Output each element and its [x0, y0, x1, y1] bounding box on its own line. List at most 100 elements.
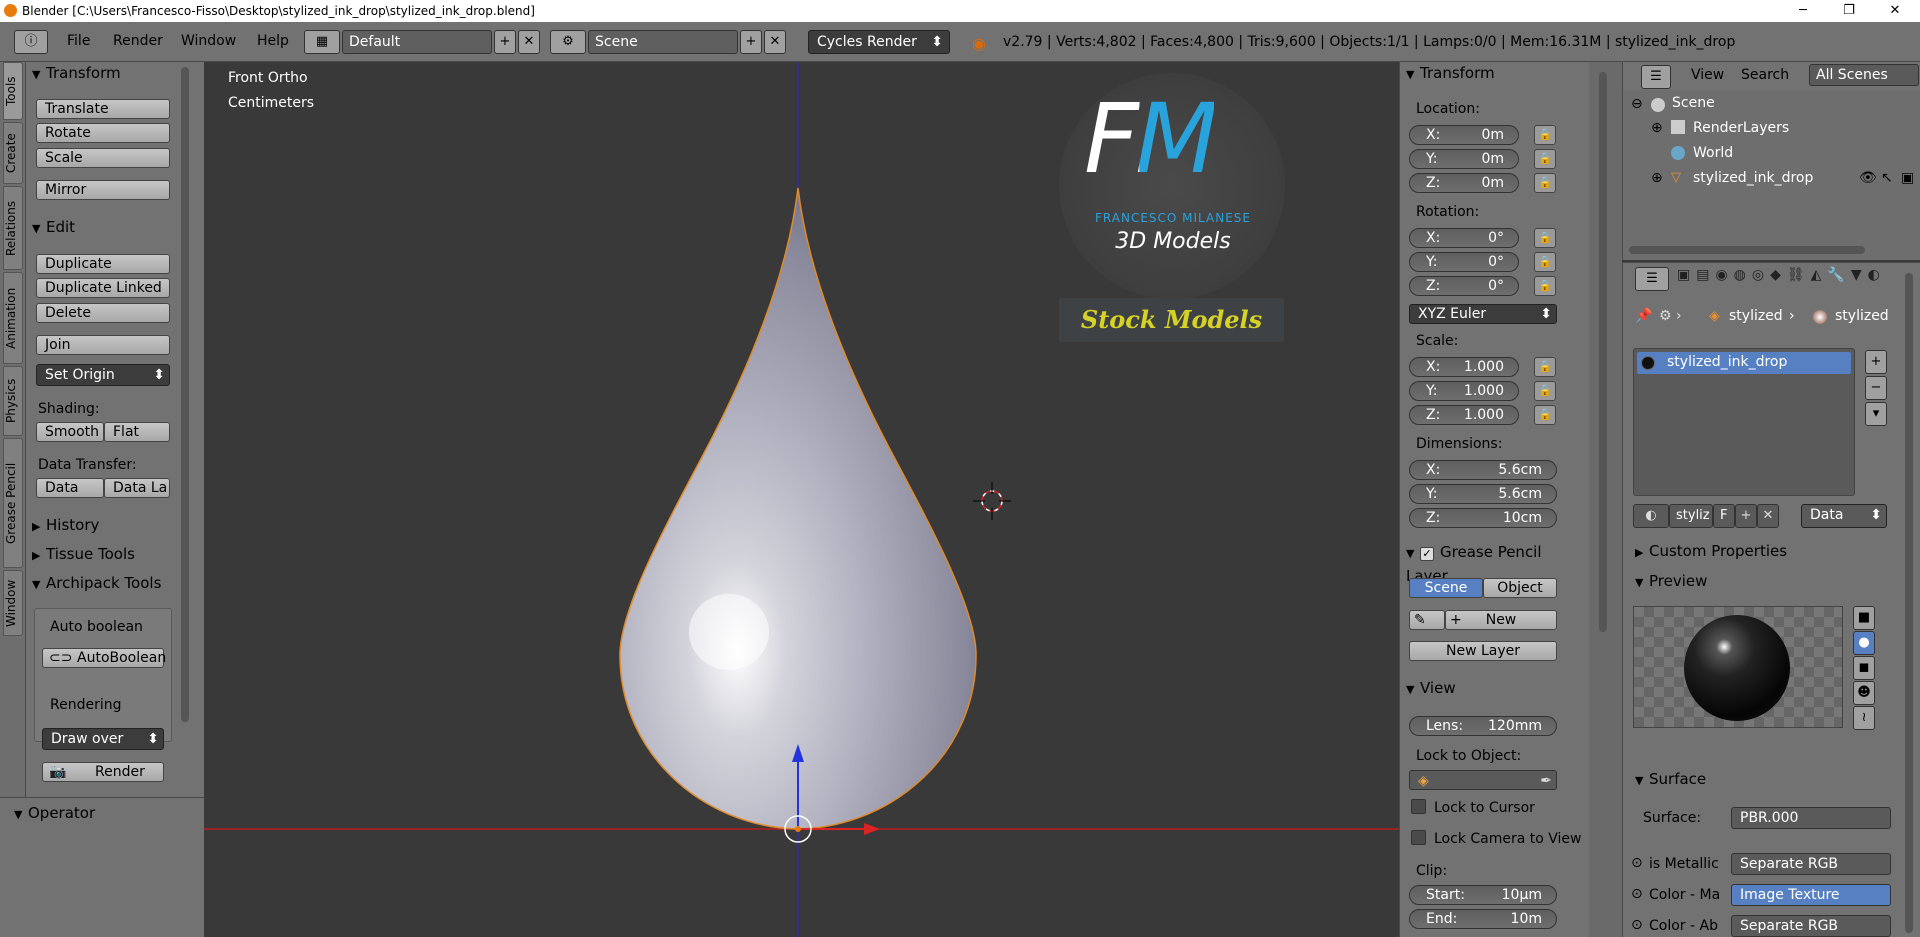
- render-button[interactable]: 📷 Render: [42, 762, 164, 782]
- set-origin-select[interactable]: Set Origin ⬍: [36, 364, 170, 386]
- material-name-field[interactable]: styliz: [1669, 504, 1713, 528]
- outliner-hscrollbar[interactable]: [1629, 246, 1865, 254]
- add-layout-icon[interactable]: +: [494, 30, 516, 54]
- duplicate-linked-button[interactable]: Duplicate Linked: [36, 278, 170, 298]
- outliner-item-stylized-ink-drop[interactable]: stylized_ink_drop: [1693, 170, 1813, 186]
- outliner-item-world[interactable]: World: [1693, 145, 1733, 161]
- scale-field[interactable]: Z: 1.000: [1409, 405, 1519, 425]
- gp-new-button[interactable]: + New: [1445, 610, 1557, 630]
- preview-monkey-icon[interactable]: ☻: [1853, 681, 1875, 705]
- fake-user-toggle[interactable]: F: [1713, 504, 1735, 528]
- expand-icon[interactable]: ⊕: [1651, 120, 1663, 136]
- breadcrumb-material[interactable]: stylized: [1835, 308, 1889, 324]
- lock-icon[interactable]: 🔒: [1534, 149, 1556, 169]
- clip-start-field[interactable]: Start: 10µm: [1409, 885, 1557, 905]
- screen-layout-icon[interactable]: ▦: [304, 30, 340, 54]
- grease-pencil-layer-header[interactable]: ▼ ✓ Grease Pencil Layer: [1400, 541, 1585, 585]
- lock-icon[interactable]: 🔒: [1534, 252, 1556, 272]
- lock-camera-checkbox[interactable]: [1411, 830, 1426, 845]
- lock-icon[interactable]: 🔒: [1534, 357, 1556, 377]
- properties-scrollbar[interactable]: [1905, 273, 1913, 933]
- loc-field[interactable]: X: 0m: [1409, 125, 1519, 145]
- scale-field[interactable]: Y: 1.000: [1409, 381, 1519, 401]
- surface-header[interactable]: ▼ Surface: [1629, 768, 1911, 790]
- lock-to-cursor-checkbox[interactable]: [1411, 799, 1426, 814]
- preview-cube-icon[interactable]: ◼: [1853, 656, 1875, 680]
- smooth-button[interactable]: Smooth: [36, 422, 104, 442]
- rotate-button[interactable]: Rotate: [36, 123, 170, 143]
- close-icon[interactable]: ✕: [1872, 0, 1918, 22]
- panel-tissue-header[interactable]: ▶ Tissue Tools: [26, 543, 196, 565]
- display-mode-select[interactable]: All Scenes: [1809, 64, 1919, 86]
- lock-icon[interactable]: 🔒: [1534, 125, 1556, 145]
- surface-shader-field[interactable]: PBR.000: [1731, 807, 1891, 829]
- outliner-view-menu[interactable]: View: [1691, 67, 1724, 83]
- tab-grease-pencil[interactable]: Grease Pencil: [3, 438, 23, 568]
- preview-flat-icon[interactable]: ■: [1853, 606, 1875, 630]
- slot-specials-icon[interactable]: ▾: [1865, 402, 1887, 426]
- lens-field[interactable]: Lens: 120mm: [1409, 716, 1557, 736]
- tab-relations[interactable]: Relations: [3, 186, 23, 270]
- gp-object-button[interactable]: Object: [1483, 578, 1557, 598]
- context-tabs[interactable]: ▣▤◉◍◎◆⛓◭🔧▼◐: [1677, 267, 1920, 291]
- tab-animation[interactable]: Animation: [3, 272, 23, 364]
- outliner-item-renderlayers[interactable]: RenderLayers: [1693, 120, 1789, 136]
- duplicate-button[interactable]: Duplicate: [36, 254, 170, 274]
- panel-edit-header[interactable]: ▼ Edit: [26, 216, 196, 238]
- mirror-button[interactable]: Mirror: [36, 180, 170, 200]
- clip-end-field[interactable]: End: 10m: [1409, 909, 1557, 929]
- tab-physics[interactable]: Physics: [3, 366, 23, 436]
- menu-file[interactable]: File: [67, 33, 90, 49]
- socket-node-field[interactable]: Separate RGB: [1731, 853, 1891, 875]
- outliner-search-menu[interactable]: Search: [1741, 67, 1789, 83]
- gp-pencil-icon[interactable]: ✎: [1409, 610, 1445, 630]
- add-scene-icon[interactable]: +: [740, 30, 762, 54]
- material-slot-item[interactable]: stylized_ink_drop: [1637, 352, 1851, 374]
- editor-type-icon[interactable]: ⓘ: [14, 30, 48, 54]
- rotation-mode-select[interactable]: XYZ Euler ⬍: [1409, 304, 1557, 324]
- scene-field[interactable]: Scene: [588, 30, 738, 54]
- preview-sphere-icon[interactable]: ●: [1853, 631, 1875, 655]
- minimize-icon[interactable]: ─: [1780, 0, 1826, 22]
- socket-node-field[interactable]: Image Texture: [1731, 884, 1891, 906]
- gp-scene-button[interactable]: Scene: [1409, 578, 1483, 598]
- maximize-icon[interactable]: ❐: [1826, 0, 1872, 22]
- preview-hair-icon[interactable]: ≀: [1853, 706, 1875, 730]
- socket-link-icon[interactable]: ⊙: [1631, 855, 1643, 871]
- data-button[interactable]: Data: [36, 478, 104, 498]
- rot-field[interactable]: X: 0°: [1409, 228, 1519, 248]
- autoboolean-button[interactable]: ⊂⊃ AutoBoolean: [42, 648, 166, 668]
- socket-link-icon[interactable]: ⊙: [1631, 917, 1643, 933]
- preview-header[interactable]: ▼ Preview: [1629, 570, 1911, 592]
- expand-icon[interactable]: ⊖: [1631, 96, 1643, 112]
- unlink-material-icon[interactable]: ✕: [1757, 504, 1779, 528]
- scale-field[interactable]: X: 1.000: [1409, 357, 1519, 377]
- translate-button[interactable]: Translate: [36, 99, 170, 119]
- panel-transform-header[interactable]: ▼ Transform: [26, 62, 196, 84]
- n-view-header[interactable]: ▼ View: [1400, 677, 1570, 699]
- rot-field[interactable]: Y: 0°: [1409, 252, 1519, 272]
- socket-link-icon[interactable]: ⊙: [1631, 886, 1643, 902]
- menu-help[interactable]: Help: [257, 33, 289, 49]
- n-transform-header[interactable]: ▼ Transform: [1400, 62, 1570, 84]
- outliner-editor-icon[interactable]: ☰: [1641, 65, 1671, 89]
- lock-icon[interactable]: 🔒: [1534, 276, 1556, 296]
- render-camera-icon[interactable]: ▣: [1901, 170, 1914, 186]
- tab-create[interactable]: Create: [3, 122, 23, 184]
- cursor-select-icon[interactable]: ↖: [1881, 170, 1893, 186]
- data-layout-button[interactable]: Data La: [104, 478, 170, 498]
- tab-window[interactable]: Window: [3, 570, 23, 636]
- material-link-select[interactable]: Data ⬍: [1801, 504, 1887, 528]
- lock-icon[interactable]: 🔒: [1534, 228, 1556, 248]
- lock-icon[interactable]: 🔒: [1534, 405, 1556, 425]
- loc-field[interactable]: Z: 0m: [1409, 173, 1519, 193]
- dim-field[interactable]: Y: 5.6cm: [1409, 484, 1557, 504]
- toolshelf-scrollbar[interactable]: [181, 67, 189, 722]
- panel-archipack-header[interactable]: ▼ Archipack Tools: [26, 572, 196, 594]
- material-browse-icon[interactable]: ◐: [1633, 504, 1669, 528]
- flat-button[interactable]: Flat: [104, 422, 170, 442]
- custom-properties-header[interactable]: ▶ Custom Properties: [1629, 540, 1911, 562]
- remove-scene-icon[interactable]: ✕: [764, 30, 786, 54]
- breadcrumb-object[interactable]: stylized: [1729, 308, 1783, 324]
- remove-slot-icon[interactable]: −: [1865, 376, 1887, 400]
